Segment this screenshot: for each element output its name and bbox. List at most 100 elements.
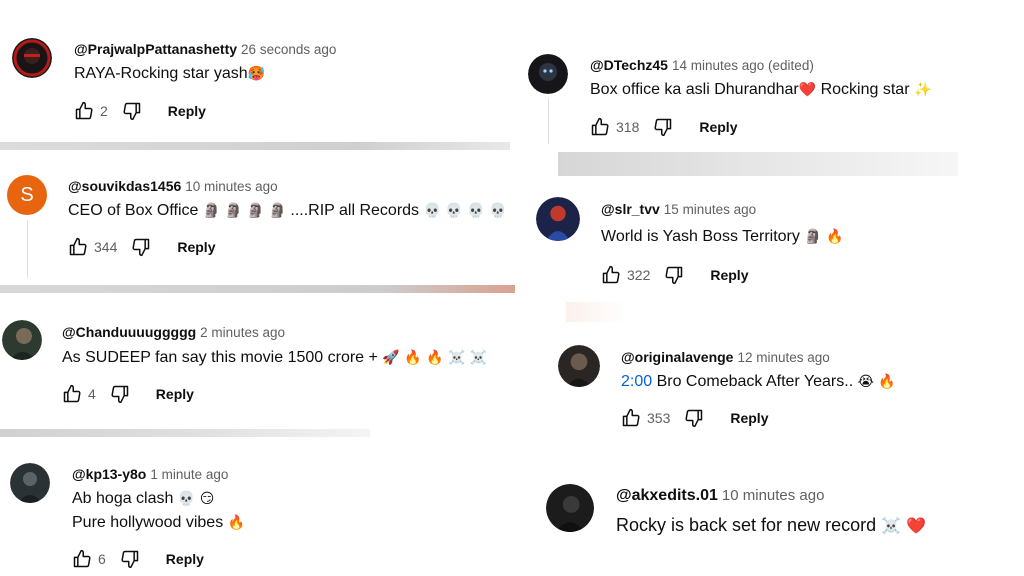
comment-text: As SUDEEP fan say this movie 1500 crore … [62,347,487,369]
emoji: ✨ [913,82,932,98]
avatar-letter: S [20,183,34,206]
comment-time[interactable]: 1 minute ago [150,467,228,482]
comment-body: RAYA-Rocking star yash [74,65,248,82]
reply-button[interactable]: Reply [730,410,768,426]
comment-header: @originalavenge 12 minutes ago [621,348,830,367]
comment-text-line2: Pure hollywood vibes 🔥 [72,512,245,534]
avatar[interactable]: S [7,175,47,215]
comment-actions: 322 Reply [601,265,748,285]
like-count: 4 [88,386,96,402]
comment-author[interactable]: @DTechz45 [590,57,668,73]
divider [0,142,510,150]
comment-time[interactable]: 26 seconds ago [241,42,336,57]
comment-actions: 318 Reply [590,117,737,137]
thumbs-down-icon[interactable] [684,408,704,428]
avatar[interactable] [558,345,600,387]
comment-time[interactable]: 10 minutes ago [185,179,277,194]
emoji: 💀 💀 💀 💀 [423,203,507,219]
reply-button[interactable]: Reply [166,551,204,567]
thumbs-up-icon[interactable] [72,549,92,569]
emoji: 💀 😏 [177,491,215,507]
emoji: 😭 🔥 [857,374,896,390]
comment-header: @kp13-y8o 1 minute ago [72,465,228,484]
comment-body: Bro Comeback After Years.. [652,373,858,390]
reply-button[interactable]: Reply [710,267,748,283]
comment-header: @PrajwalpPattanashetty 26 seconds ago [74,40,336,59]
thumbs-down-icon[interactable] [110,384,130,404]
comment-text: 2:00 Bro Comeback After Years.. 😭 🔥 [621,371,896,393]
comment-text: World is Yash Boss Territory 🗿 🔥 [601,226,844,248]
comment-actions: 353 Reply [621,408,768,428]
like-count: 353 [647,410,671,426]
emoji: 🗿 🗿 🗿 🗿 [202,203,286,219]
thumbs-down-icon[interactable] [664,265,684,285]
avatar[interactable] [10,463,50,503]
comment-body: Pure hollywood vibes [72,514,228,531]
comment-time[interactable]: 15 minutes ago [664,202,756,217]
video-timestamp-link[interactable]: 2:00 [621,373,652,390]
reply-button[interactable]: Reply [156,386,194,402]
comment-text: Ab hoga clash 💀 😏 [72,488,214,510]
emoji: 🚀 🔥 🔥 ☠️ ☠️ [382,350,488,366]
comment-time[interactable]: 14 minutes ago (edited) [672,58,814,73]
comment-time[interactable]: 10 minutes ago [722,487,825,504]
comment-author[interactable]: @akxedits.01 [616,487,718,504]
comment-author[interactable]: @kp13-y8o [72,466,146,482]
thumbs-down-icon[interactable] [122,101,142,121]
comment-header: @Chanduuuuggggg 2 minutes ago [62,323,285,342]
like-count: 6 [98,551,106,567]
thread-line [27,220,28,278]
like-count: 2 [100,103,108,119]
comment-actions: 4 Reply [62,384,194,404]
comment-author[interactable]: @slr_tvv [601,201,660,217]
avatar[interactable] [2,320,42,360]
avatar[interactable] [12,38,52,78]
thumbs-up-icon[interactable] [621,408,641,428]
like-count: 318 [616,119,640,135]
avatar[interactable] [536,197,580,241]
comment-time[interactable]: 12 minutes ago [737,350,829,365]
like-count: 344 [94,239,118,255]
comment-header: @slr_tvv 15 minutes ago [601,200,756,219]
thumbs-up-icon[interactable] [68,237,88,257]
comment-text: Box office ka asli Dhurandhar❤️ Rocking … [590,79,931,101]
reply-button[interactable]: Reply [699,119,737,135]
comment-text: CEO of Box Office 🗿 🗿 🗿 🗿 ....RIP all Re… [68,200,507,222]
comment-author[interactable]: @originalavenge [621,349,733,365]
divider [558,152,958,176]
thumbs-up-icon[interactable] [590,117,610,137]
emoji: 🥵 [247,66,266,82]
divider [0,429,370,437]
comment-header: @akxedits.01 10 minutes ago [616,487,824,505]
thumbs-up-icon[interactable] [601,265,621,285]
divider [566,302,626,322]
thumbs-up-icon[interactable] [74,101,94,121]
comment-text: RAYA-Rocking star yash🥵 [74,63,265,85]
comment-header: @DTechz45 14 minutes ago (edited) [590,56,814,75]
divider [0,285,515,293]
like-count: 322 [627,267,651,283]
thread-line [548,98,549,144]
comment-author[interactable]: @souvikdas1456 [68,178,181,194]
thumbs-up-icon[interactable] [62,384,82,404]
reply-button[interactable]: Reply [168,103,206,119]
thumbs-down-icon[interactable] [120,549,140,569]
comment-actions: 2 Reply [74,101,206,121]
comment-text: Rocky is back set for new record ☠️ ❤️ [616,514,926,537]
comment-body: Rocky is back set for new record [616,515,882,535]
comment-author[interactable]: @PrajwalpPattanashetty [74,41,237,57]
comment-time[interactable]: 2 minutes ago [200,325,285,340]
comment-author[interactable]: @Chanduuuuggggg [62,324,196,340]
comment-body: CEO of Box Office [68,202,203,219]
thumbs-down-icon[interactable] [131,237,151,257]
comment-body: Rocking star [816,81,914,98]
comment-body: Box office ka asli Dhurandhar [590,81,799,98]
reply-button[interactable]: Reply [177,239,215,255]
emoji: ❤️ [798,82,817,98]
thumbs-down-icon[interactable] [653,117,673,137]
comment-actions: 6 Reply [72,549,204,569]
comment-body: Ab hoga clash [72,490,178,507]
comment-header: @souvikdas1456 10 minutes ago [68,177,278,196]
avatar[interactable] [546,484,594,532]
avatar[interactable] [528,54,568,94]
